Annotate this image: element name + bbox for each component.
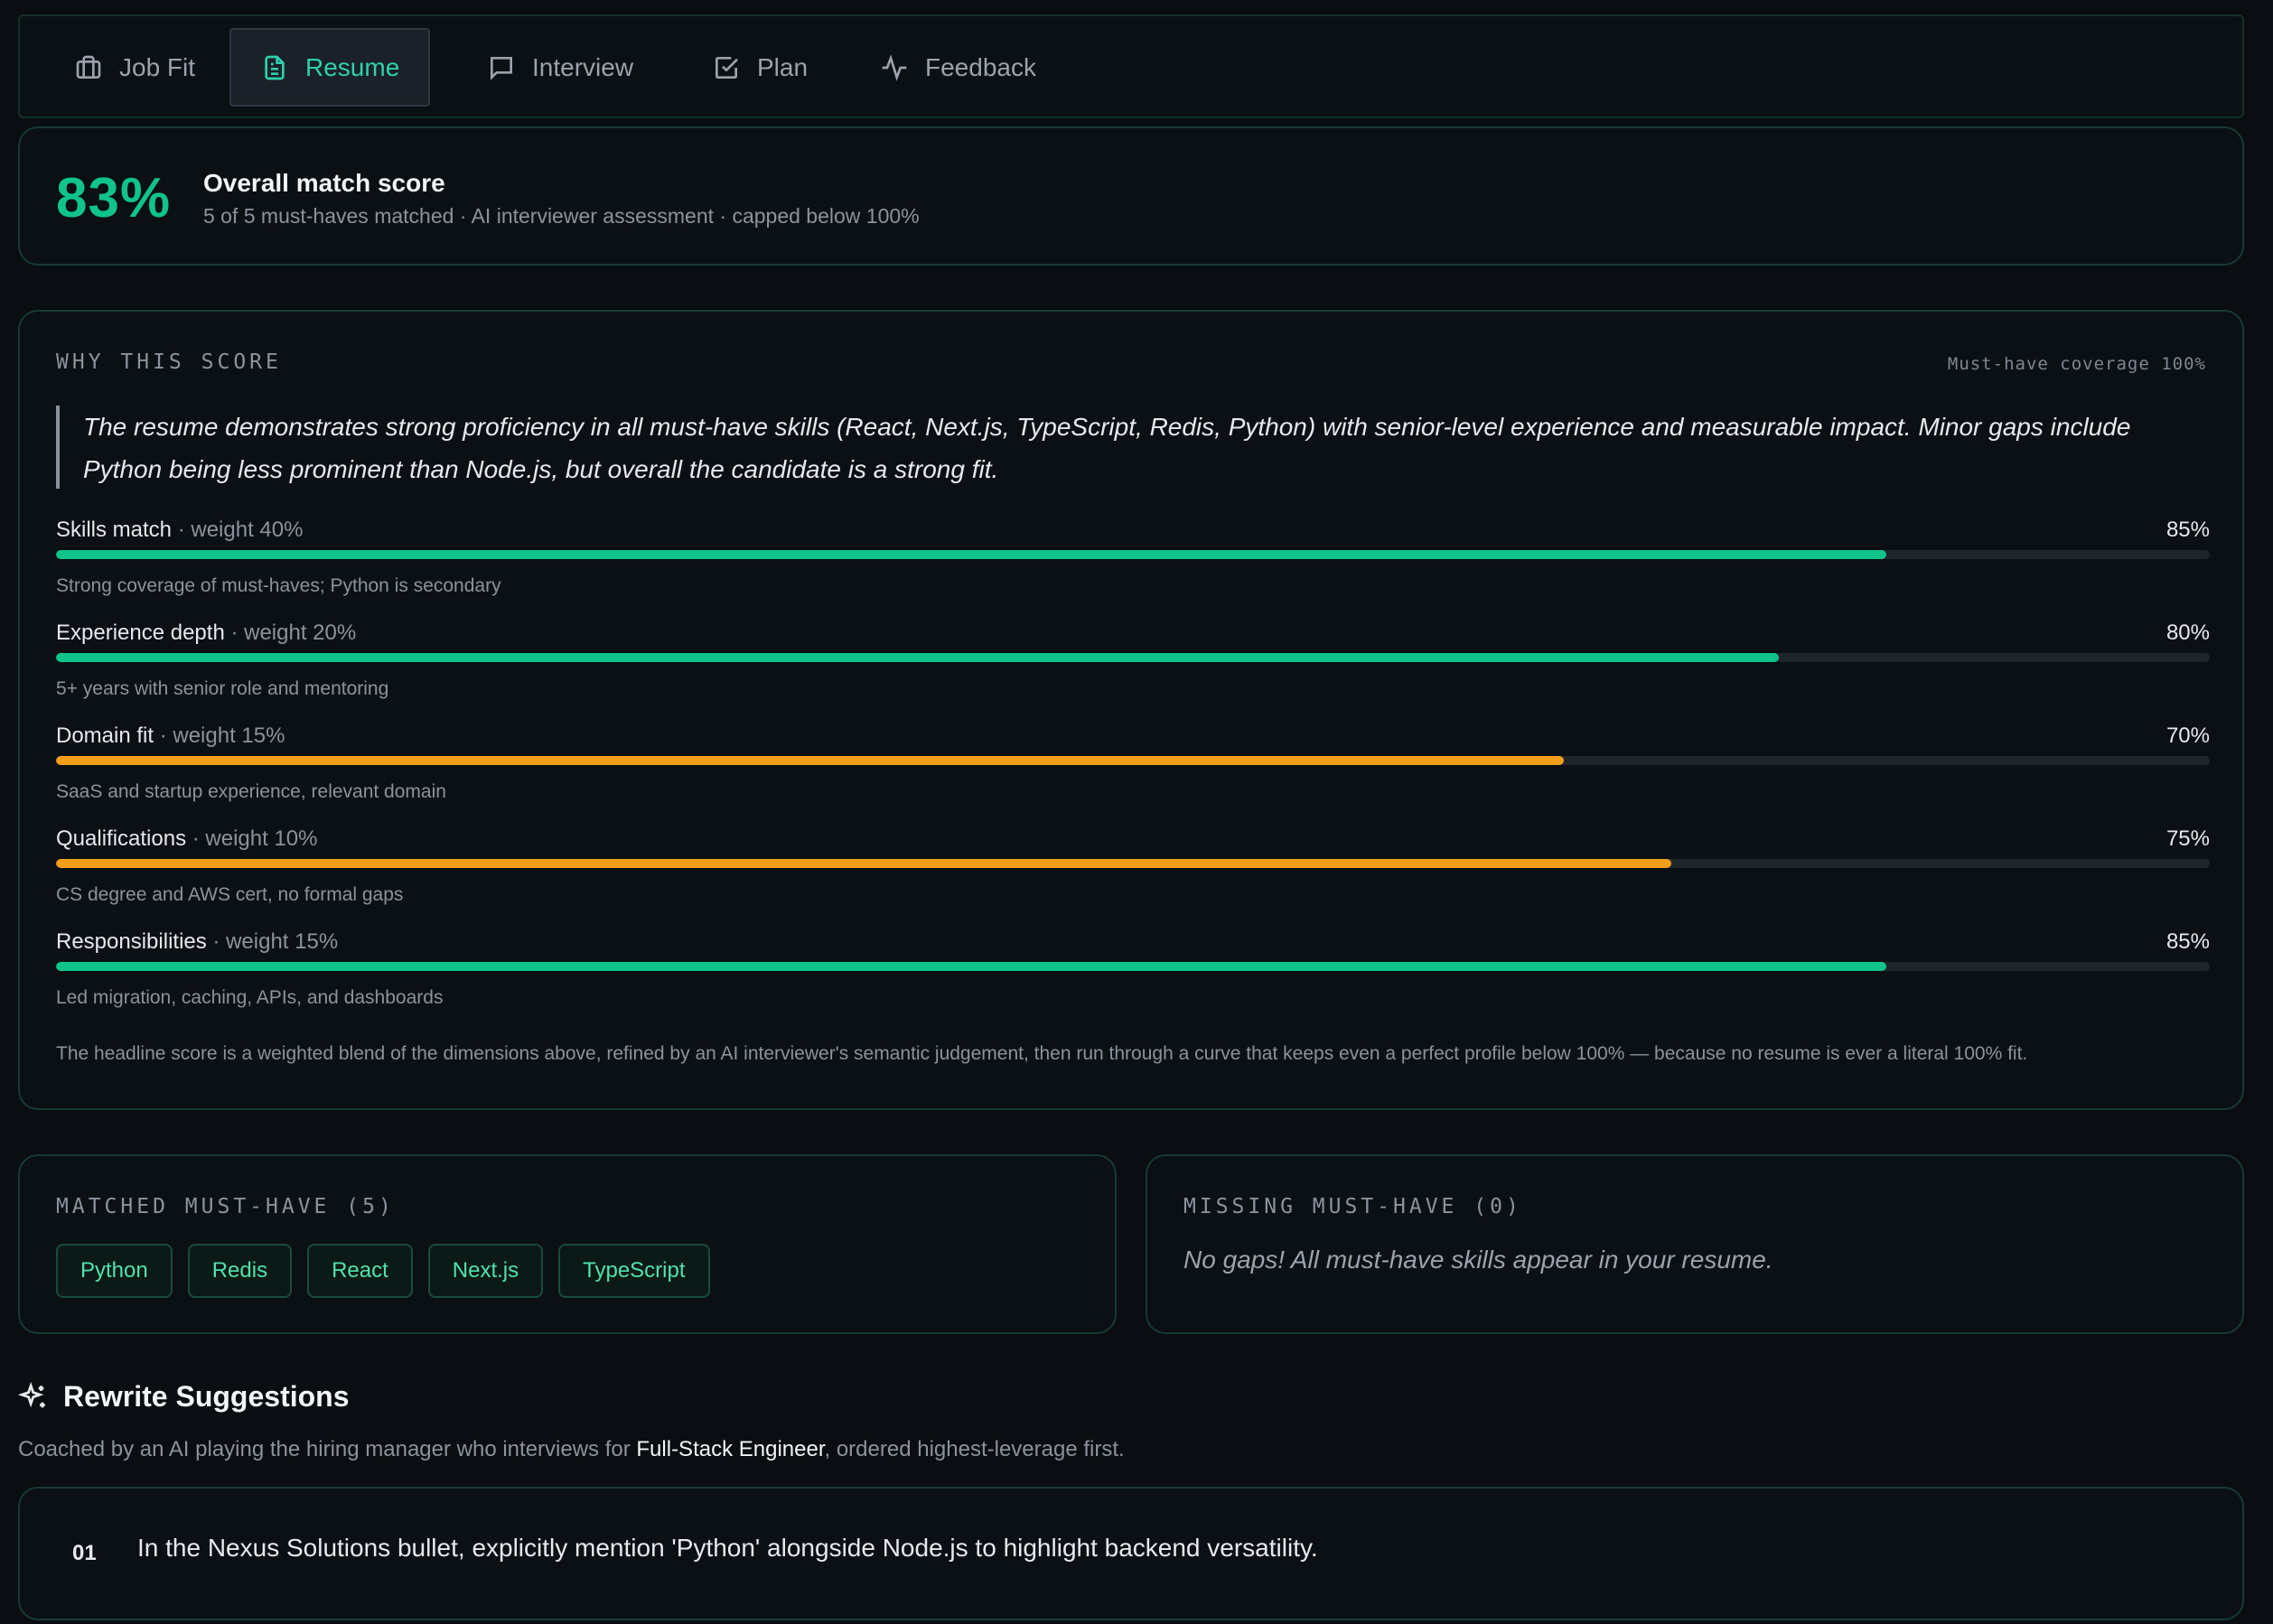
tab-label: Plan <box>757 52 809 81</box>
activity-icon <box>882 53 907 81</box>
tab-label: Job Fit <box>119 52 196 81</box>
dimension-weight: · weight 15% <box>154 723 285 748</box>
why-this-score-card: WHY THIS SCORE Must-have coverage 100% T… <box>18 310 2244 1110</box>
skill-chip: Redis <box>187 1244 293 1298</box>
missing-must-have-card: MISSING MUST-HAVE (0) No gaps! All must-… <box>1146 1154 2244 1334</box>
tab-label: Feedback <box>925 52 1036 81</box>
skill-chip: TypeScript <box>558 1244 710 1298</box>
dimension-weight: · weight 10% <box>186 826 318 851</box>
dimension-percent: 70% <box>2165 723 2210 748</box>
dimension-progress-track <box>56 756 2210 765</box>
score-dimension-row: Domain fit · weight 15% 70% SaaS and start… <box>56 723 2210 814</box>
dimension-note: 5+ years with senior role and mentoring <box>56 678 389 699</box>
dimension-label: Skills match <box>56 518 173 542</box>
matched-skill-list: Python Redis React Next.js TypeScript <box>56 1244 710 1298</box>
dimension-weight: · weight 40% <box>172 518 304 542</box>
sparkle-icon <box>18 1381 45 1407</box>
dimension-name: Responsibilities · weight 15% <box>56 929 338 955</box>
dimension-name: Qualifications · weight 10% <box>56 826 317 852</box>
chat-bubble-icon <box>491 56 512 80</box>
rewrite-suggestions-heading: Rewrite Suggestions <box>18 1380 350 1414</box>
missing-message: No gaps! All must-have skills appear in … <box>1183 1246 1773 1274</box>
dimension-weight: · weight 15% <box>206 929 339 954</box>
tab-job-fit[interactable]: Job Fit <box>45 28 224 107</box>
overall-score-card: 83% Overall match score 5 of 5 must-have… <box>18 126 2244 266</box>
dimension-note: SaaS and startup experience, relevant do… <box>56 781 446 802</box>
skill-chip: Next.js <box>427 1244 544 1298</box>
tab-label: Interview <box>532 52 634 81</box>
score-dimension-row: Qualifications · weight 10% 75% CS degree … <box>56 826 2210 917</box>
dimension-name: Experience depth · weight 20% <box>56 621 356 646</box>
briefcase-icon <box>76 55 101 79</box>
dimension-progress-fill <box>56 962 1887 971</box>
dimension-note: CS degree and AWS cert, no formal gaps <box>56 884 404 905</box>
tab-resume[interactable]: Resume <box>229 28 431 107</box>
dimension-percent: 75% <box>2165 826 2210 851</box>
overall-score-value: 83% <box>56 167 172 229</box>
matched-must-have-card: MATCHED MUST-HAVE (5) Python Redis React… <box>18 1154 1117 1334</box>
score-dimension-row: Responsibilities · weight 15% 85% Led migr… <box>56 929 2210 1020</box>
dimension-note: Strong coverage of must-haves; Python is… <box>56 575 501 596</box>
tab-feedback[interactable]: Feedback <box>851 28 1065 107</box>
matched-heading: MATCHED MUST-HAVE (5) <box>56 1195 395 1218</box>
document-icon <box>265 55 285 79</box>
tab-plan[interactable]: Plan <box>683 28 837 107</box>
rewrite-title: Rewrite Suggestions <box>63 1380 350 1413</box>
tab-interview[interactable]: Interview <box>458 28 662 107</box>
dimension-label: Qualifications <box>56 826 187 851</box>
dimension-percent: 85% <box>2165 518 2210 542</box>
dimension-progress-fill <box>56 550 1887 559</box>
dimension-note: Led migration, caching, APIs, and dashbo… <box>56 987 444 1008</box>
missing-heading: MISSING MUST-HAVE (0) <box>1183 1195 1522 1218</box>
dimension-progress-track <box>56 653 2210 662</box>
dimension-name: Skills match · weight 40% <box>56 518 303 543</box>
skill-chip: Python <box>56 1244 173 1298</box>
rewrite-sub-prefix: Coached by an AI playing the hiring mana… <box>18 1437 637 1461</box>
check-square-icon <box>716 56 738 79</box>
dimension-percent: 85% <box>2165 929 2210 954</box>
dimension-progress-fill <box>56 859 1671 868</box>
suggestion-number: 01 <box>72 1541 97 1565</box>
dimension-weight: · weight 20% <box>224 621 357 645</box>
tab-bar: Job Fit Resume Interview Plan Feedback <box>18 14 2244 118</box>
dimension-progress-track <box>56 550 2210 559</box>
rewrite-sub-suffix: , ordered highest-leverage first. <box>824 1437 1125 1461</box>
must-have-coverage: Must-have coverage 100% <box>1947 354 2206 374</box>
skill-chip: React <box>307 1244 413 1298</box>
dimension-label: Domain fit <box>56 723 154 748</box>
score-footnote: The headline score is a weighted blend o… <box>56 1043 2028 1064</box>
dimension-progress-fill <box>56 653 1780 662</box>
target-role: Full-Stack Engineer <box>636 1437 825 1461</box>
rewrite-subtitle: Coached by an AI playing the hiring mana… <box>18 1437 1125 1462</box>
tab-label: Resume <box>305 52 400 81</box>
dimension-progress-fill <box>56 756 1564 765</box>
dimension-name: Domain fit · weight 15% <box>56 723 285 749</box>
score-dimension-row: Experience depth · weight 20% 80% 5+ years… <box>56 621 2210 711</box>
dimension-percent: 80% <box>2165 621 2210 645</box>
why-score-heading: WHY THIS SCORE <box>56 350 282 374</box>
score-summary-quote: The resume demonstrates strong proficien… <box>56 406 2210 489</box>
suggestion-card: 01 In the Nexus Solutions bullet, explic… <box>18 1487 2244 1620</box>
dimension-progress-track <box>56 962 2210 971</box>
dimension-label: Experience depth <box>56 621 225 645</box>
suggestion-text: In the Nexus Solutions bullet, explicitl… <box>137 1534 1318 1562</box>
score-dimension-row: Skills match · weight 40% 85% Strong cover… <box>56 518 2210 608</box>
overall-score-title: Overall match score <box>203 169 445 197</box>
dimension-progress-track <box>56 859 2210 868</box>
dimension-label: Responsibilities <box>56 929 207 954</box>
overall-score-subtitle: 5 of 5 must-haves matched · AI interview… <box>203 204 920 228</box>
